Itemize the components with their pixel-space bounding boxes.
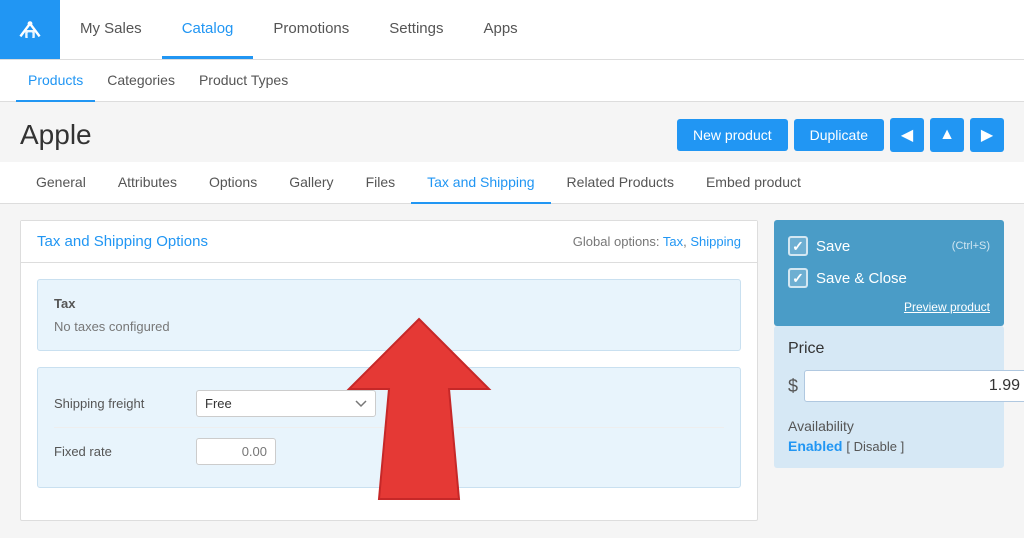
sub-product-types[interactable]: Product Types: [187, 60, 300, 102]
fixed-rate-row: Fixed rate: [54, 428, 724, 475]
top-navigation: My Sales Catalog Promotions Settings App…: [0, 0, 1024, 60]
content-area: Tax and Shipping Options Global options:…: [0, 204, 1024, 537]
save-checkbox[interactable]: ✓: [788, 236, 808, 256]
sub-products[interactable]: Products: [16, 60, 95, 102]
currency-symbol: $: [788, 376, 798, 397]
availability-status: Enabled [ Disable ]: [788, 438, 990, 454]
tab-bar: General Attributes Options Gallery Files…: [0, 162, 1024, 204]
nav-settings[interactable]: Settings: [369, 0, 463, 59]
availability-title: Availability: [788, 418, 990, 434]
availability-section: Availability Enabled [ Disable ]: [788, 418, 990, 454]
availability-action: [ Disable ]: [846, 439, 904, 454]
new-product-button[interactable]: New product: [677, 119, 788, 151]
right-panel: ✓ Save (Ctrl+S) ✓ Save & Close Preview p…: [774, 220, 1004, 521]
bracket-open: [: [846, 439, 853, 454]
up-button[interactable]: ▲: [930, 118, 964, 152]
bracket-close: ]: [897, 439, 904, 454]
fixed-rate-input[interactable]: [196, 438, 276, 465]
tab-attributes[interactable]: Attributes: [102, 162, 193, 204]
fixed-rate-label: Fixed rate: [54, 444, 184, 459]
save-checkmark: ✓: [792, 238, 804, 255]
tab-general[interactable]: General: [20, 162, 102, 204]
save-close-label: Save & Close: [816, 270, 990, 287]
save-label: Save: [816, 238, 944, 255]
tab-gallery[interactable]: Gallery: [273, 162, 349, 204]
nav-apps[interactable]: Apps: [463, 0, 537, 59]
save-row: ✓ Save (Ctrl+S): [788, 230, 990, 262]
panel-header: Tax and Shipping Options Global options:…: [21, 221, 757, 263]
page-actions: New product Duplicate ◀ ▲ ▶: [677, 118, 1004, 152]
shipping-freight-select[interactable]: Free Flat Rate Per Item: [196, 390, 376, 417]
next-button[interactable]: ▶: [970, 118, 1004, 152]
panel-title: Tax and Shipping Options: [37, 233, 208, 250]
nav-promotions[interactable]: Promotions: [253, 0, 369, 59]
shipping-freight-label: Shipping freight: [54, 396, 184, 411]
price-box: Price $ ▼ Availability Enabled [ Disable…: [774, 326, 1004, 468]
shipping-freight-row: Shipping freight Free Flat Rate Per Item: [54, 380, 724, 428]
price-input[interactable]: [804, 370, 1024, 402]
nav-my-sales[interactable]: My Sales: [60, 0, 162, 59]
tax-section: Tax No taxes configured: [37, 279, 741, 351]
tab-files[interactable]: Files: [350, 162, 412, 204]
preview-product-link[interactable]: Preview product: [904, 300, 990, 314]
duplicate-button[interactable]: Duplicate: [794, 119, 884, 151]
prev-button[interactable]: ◀: [890, 118, 924, 152]
global-options-label: Global options:: [573, 234, 660, 249]
tab-options[interactable]: Options: [193, 162, 273, 204]
save-close-row: ✓ Save & Close: [788, 262, 990, 294]
tax-value: No taxes configured: [54, 319, 724, 334]
save-shortcut: (Ctrl+S): [952, 240, 990, 252]
price-title: Price: [788, 340, 990, 358]
save-close-checkmark: ✓: [792, 270, 804, 287]
nav-items: My Sales Catalog Promotions Settings App…: [60, 0, 538, 59]
panel-body: Tax No taxes configured Shipping freight…: [21, 263, 757, 520]
preview-link-container: Preview product: [788, 294, 990, 316]
left-panel: Tax and Shipping Options Global options:…: [20, 220, 758, 521]
global-options: Global options: Tax, Shipping: [573, 234, 741, 249]
availability-enabled-label: Enabled: [788, 438, 842, 454]
page-title: Apple: [20, 119, 92, 151]
save-close-checkbox[interactable]: ✓: [788, 268, 808, 288]
nav-catalog[interactable]: Catalog: [162, 0, 254, 59]
tax-label: Tax: [54, 296, 724, 311]
panel-body-inner: Tax No taxes configured Shipping freight…: [37, 279, 741, 488]
tab-related-products[interactable]: Related Products: [551, 162, 690, 204]
tab-tax-shipping[interactable]: Tax and Shipping: [411, 162, 550, 204]
save-box: ✓ Save (Ctrl+S) ✓ Save & Close Preview p…: [774, 220, 1004, 326]
global-shipping-link[interactable]: Shipping: [690, 234, 741, 249]
disable-link[interactable]: Disable: [854, 439, 897, 454]
sub-categories[interactable]: Categories: [95, 60, 187, 102]
page-header: Apple New product Duplicate ◀ ▲ ▶: [0, 102, 1024, 162]
tab-embed-product[interactable]: Embed product: [690, 162, 817, 204]
global-tax-link[interactable]: Tax: [663, 234, 683, 249]
price-row: $ ▼: [788, 368, 990, 404]
app-logo[interactable]: [0, 0, 60, 59]
shipping-section: Shipping freight Free Flat Rate Per Item…: [37, 367, 741, 488]
sub-navigation: Products Categories Product Types: [0, 60, 1024, 102]
